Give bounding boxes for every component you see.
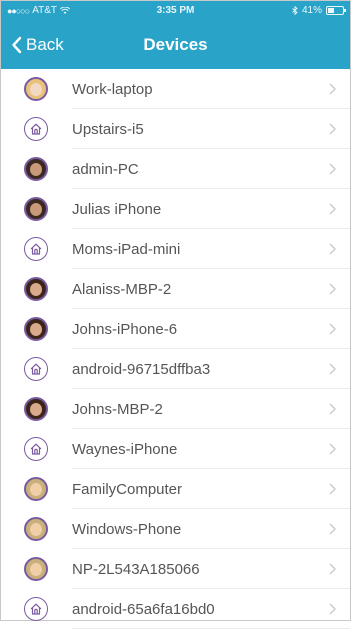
device-list: Work-laptop Upstairs-i5 admin-PC Julias iPh… bbox=[1, 69, 350, 629]
device-row[interactable]: Johns-MBP-2 bbox=[1, 389, 350, 429]
user-avatar-icon bbox=[24, 317, 48, 341]
status-bar: ●●○○○ AT&T 3:35 PM 41% bbox=[1, 1, 350, 21]
chevron-right-icon bbox=[329, 442, 336, 460]
device-row[interactable]: android-96715dffba3 bbox=[1, 349, 350, 389]
device-name: admin-PC bbox=[72, 160, 139, 178]
chevron-right-icon bbox=[329, 202, 336, 220]
avatar-face bbox=[30, 163, 42, 177]
device-name: Waynes-iPhone bbox=[72, 440, 178, 458]
bluetooth-icon bbox=[292, 6, 298, 15]
chevron-right-icon bbox=[329, 482, 336, 500]
chevron-right-icon bbox=[329, 562, 336, 580]
avatar-face bbox=[30, 483, 42, 497]
device-row[interactable]: Johns-iPhone-6 bbox=[1, 309, 350, 349]
device-name: android-96715dffba3 bbox=[72, 360, 211, 378]
chevron-right-icon bbox=[329, 282, 336, 300]
device-row[interactable]: Julias iPhone bbox=[1, 189, 350, 229]
user-avatar-icon bbox=[24, 277, 48, 301]
device-row[interactable]: FamilyComputer bbox=[1, 469, 350, 509]
home-icon bbox=[24, 237, 48, 261]
home-icon bbox=[24, 357, 48, 381]
device-name: Moms-iPad-mini bbox=[72, 240, 181, 258]
chevron-right-icon bbox=[329, 242, 336, 260]
device-name: Upstairs-i5 bbox=[72, 120, 144, 138]
page-title: Devices bbox=[143, 35, 208, 54]
device-row[interactable]: Moms-iPad-mini bbox=[1, 229, 350, 269]
user-avatar-icon bbox=[24, 77, 48, 101]
avatar-face bbox=[30, 563, 42, 577]
avatar-face bbox=[30, 523, 42, 537]
device-name: Work-laptop bbox=[72, 80, 153, 98]
device-name: android-65a6fa16bd0 bbox=[72, 600, 215, 618]
device-row[interactable]: Windows-Phone bbox=[1, 509, 350, 549]
avatar-face bbox=[30, 83, 42, 97]
device-row[interactable]: Upstairs-i5 bbox=[1, 109, 350, 149]
chevron-right-icon bbox=[329, 402, 336, 420]
user-avatar-icon bbox=[24, 477, 48, 501]
device-row[interactable]: NP-2L543A185066 bbox=[1, 549, 350, 589]
user-avatar-icon bbox=[24, 557, 48, 581]
avatar-face bbox=[30, 203, 42, 217]
device-name: Alaniss-MBP-2 bbox=[72, 280, 172, 298]
chevron-right-icon bbox=[329, 602, 336, 620]
avatar-face bbox=[30, 403, 42, 417]
device-row[interactable]: Work-laptop bbox=[1, 69, 350, 109]
home-icon bbox=[24, 597, 48, 621]
user-avatar-icon bbox=[24, 397, 48, 421]
battery-percent: 41% bbox=[301, 5, 322, 16]
home-icon bbox=[24, 117, 48, 141]
home-icon bbox=[24, 437, 48, 461]
chevron-right-icon bbox=[329, 162, 336, 180]
avatar-face bbox=[30, 323, 42, 337]
chevron-right-icon bbox=[329, 122, 336, 140]
navigation-bar: Back Devices bbox=[1, 21, 350, 69]
device-row[interactable]: android-65a6fa16bd0 bbox=[1, 589, 350, 629]
chevron-right-icon bbox=[329, 522, 336, 540]
chevron-right-icon bbox=[329, 322, 336, 340]
device-name: Johns-MBP-2 bbox=[72, 400, 163, 418]
device-name: NP-2L543A185066 bbox=[72, 560, 200, 578]
chevron-right-icon bbox=[329, 82, 336, 100]
device-row[interactable]: Alaniss-MBP-2 bbox=[1, 269, 350, 309]
device-name: Windows-Phone bbox=[72, 520, 182, 538]
user-avatar-icon bbox=[24, 517, 48, 541]
user-avatar-icon bbox=[24, 197, 48, 221]
avatar-face bbox=[30, 283, 42, 297]
battery-level bbox=[328, 8, 334, 13]
user-avatar-icon bbox=[24, 157, 48, 181]
battery-icon bbox=[326, 6, 346, 15]
chevron-right-icon bbox=[329, 362, 336, 380]
device-name: Julias iPhone bbox=[72, 200, 162, 218]
device-name: FamilyComputer bbox=[72, 480, 183, 498]
device-row[interactable]: admin-PC bbox=[1, 149, 350, 189]
device-name: Johns-iPhone-6 bbox=[72, 320, 178, 338]
status-bar-right: 41% bbox=[292, 5, 346, 16]
device-row[interactable]: Waynes-iPhone bbox=[1, 429, 350, 469]
